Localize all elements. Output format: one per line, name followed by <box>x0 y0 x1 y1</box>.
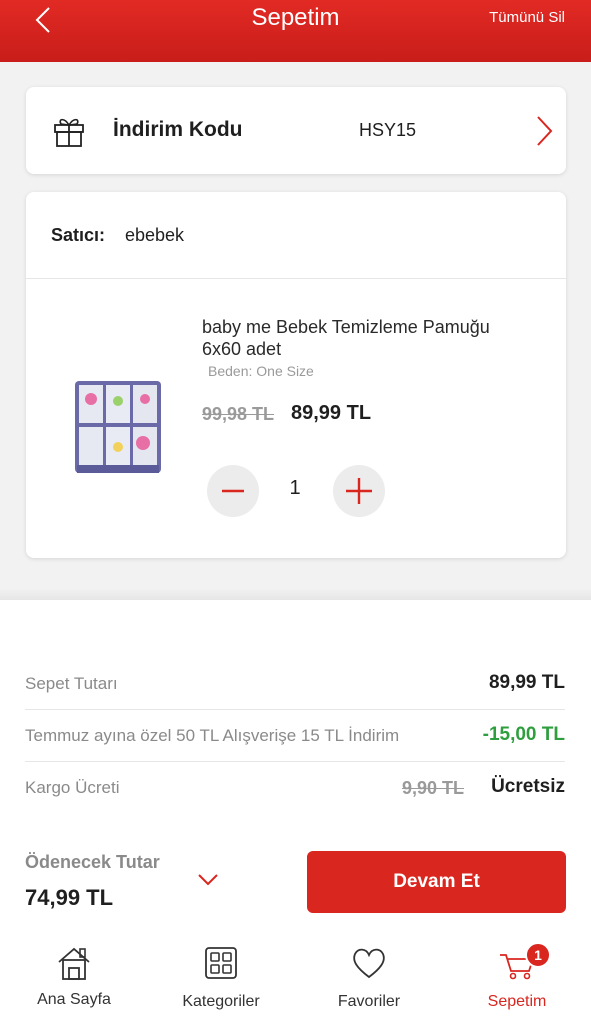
continue-button[interactable]: Devam Et <box>307 851 566 913</box>
product-image[interactable] <box>73 377 163 477</box>
payable-amount-label: Ödenecek Tutar <box>25 852 160 872</box>
bottom-navigation: Ana Sayfa Kategoriler Favoriler 1 Sepeti… <box>0 935 591 1024</box>
product-old-price: 99,98 TL <box>202 404 275 424</box>
home-icon <box>58 947 90 980</box>
shipping-value: Ücretsiz <box>491 776 565 797</box>
plus-icon <box>346 478 372 504</box>
seller-row: Satıcı: ebebek <box>26 192 566 279</box>
gift-icon <box>54 118 84 147</box>
decrease-quantity-button[interactable] <box>207 465 259 517</box>
app-header: Sepetim Tümünü Sil <box>0 0 591 62</box>
chevron-down-icon[interactable] <box>196 870 220 890</box>
basket-total-row: Sepet Tutarı 89,99 TL <box>25 658 565 710</box>
nav-categories[interactable]: Kategoriler <box>161 935 281 1024</box>
categories-icon <box>205 947 237 979</box>
product-price: 89,99 TL <box>291 402 372 424</box>
product-size: Beden: One Size <box>208 363 314 379</box>
heart-icon <box>353 948 385 979</box>
nav-cart-label: Sepetim <box>487 993 547 1010</box>
quantity-value: 1 <box>289 477 301 499</box>
minus-icon <box>222 489 244 493</box>
shipping-label: Kargo Ücreti <box>25 778 120 797</box>
basket-total-label: Sepet Tutarı <box>25 674 118 693</box>
basket-total-value: 89,99 TL <box>488 672 565 693</box>
nav-home-label: Ana Sayfa <box>37 991 111 1008</box>
clear-all-button[interactable]: Tümünü Sil <box>489 9 565 27</box>
promotion-label: Temmuz ayına özel 50 TL Alışverişe 15 TL… <box>25 726 400 745</box>
promotion-row: Temmuz ayına özel 50 TL Alışverişe 15 TL… <box>25 710 565 762</box>
discount-code-card[interactable]: İndirim Kodu HSY15 <box>26 87 566 174</box>
payable-amount-value: 74,99 TL <box>25 885 114 910</box>
nav-home[interactable]: Ana Sayfa <box>14 935 134 1024</box>
promotion-value: -15,00 TL <box>482 724 565 745</box>
shipping-row: Kargo Ücreti 9,90 TL Ücretsiz <box>25 762 565 814</box>
discount-code-label: İndirim Kodu <box>113 118 243 141</box>
seller-name: ebebek <box>125 225 185 245</box>
product-name[interactable]: baby me Bebek Temizleme Pamuğu 6x60 adet <box>202 316 532 360</box>
nav-cart[interactable]: 1 Sepetim <box>457 935 577 1024</box>
nav-favorites[interactable]: Favoriler <box>309 935 429 1024</box>
seller-label: Satıcı: <box>51 225 106 245</box>
chevron-right-icon <box>537 116 553 146</box>
nav-favorites-label: Favoriler <box>337 993 401 1010</box>
seller-cart-card: Satıcı: ebebek baby me Bebek Temizleme P… <box>26 192 566 558</box>
cart-count-badge: 1 <box>525 942 551 968</box>
shipping-old-price: 9,90 TL <box>401 778 464 798</box>
nav-categories-label: Kategoriler <box>182 993 260 1010</box>
discount-code-value: HSY15 <box>359 120 417 140</box>
increase-quantity-button[interactable] <box>333 465 385 517</box>
